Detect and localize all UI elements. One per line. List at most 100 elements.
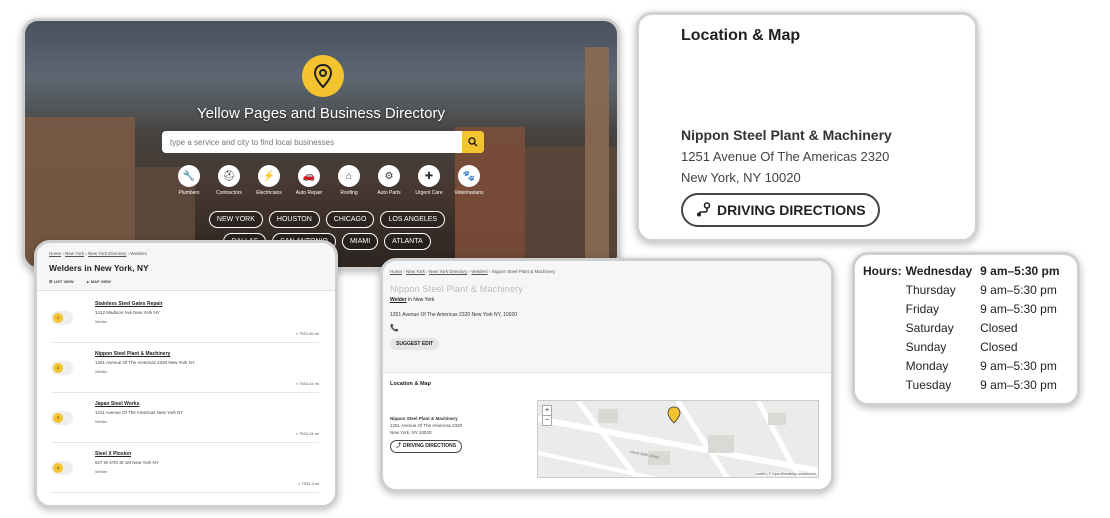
zoom-out-button[interactable]: −: [543, 415, 551, 425]
location-map-title: Location & Map: [681, 27, 801, 44]
category-urgent-care[interactable]: ✚ Urgent Care: [413, 165, 445, 196]
listing-address: 1211 Avenue Of The Americas New York NY: [95, 410, 184, 415]
zoom-in-button[interactable]: +: [543, 406, 551, 415]
hours-day: Wednesday: [905, 264, 973, 278]
listing-type: Welder: [95, 469, 108, 474]
hours-day: Friday: [905, 302, 940, 316]
listing-distance: ≈ 7521.69 mi: [295, 331, 319, 336]
hours-row: Friday 9 am–5:30 pm: [863, 300, 1060, 319]
listing-address: 1412 Madison Ave New York NY: [95, 310, 160, 315]
listing-name[interactable]: Japan Steel Works: [95, 401, 139, 407]
hours-time: Closed: [980, 340, 1018, 354]
address-line-2: New York, NY 10020: [390, 430, 432, 435]
house-icon: ⌂: [338, 165, 360, 187]
car-icon: 🚗: [298, 165, 320, 187]
zoom-controls: + −: [542, 405, 552, 426]
list-item[interactable]: 2 Nippon Steel Plant & Machinery 1251 Av…: [51, 347, 319, 393]
hero-panel: Yellow Pages and Business Directory 🔧Plu…: [22, 18, 620, 270]
category-link[interactable]: Welder: [390, 297, 407, 303]
listing-type: Welder: [95, 369, 108, 374]
search-bar: [162, 131, 484, 153]
listing-address: 527 W 47th St 1M New York NY: [95, 460, 159, 465]
driving-directions-label: DRIVING DIRECTIONS: [717, 202, 866, 218]
category-electricians[interactable]: ⚡ Electricians: [253, 165, 285, 196]
breadcrumb-home[interactable]: Home: [390, 269, 402, 274]
city-chicago[interactable]: CHICAGO: [325, 211, 375, 228]
address-line-2: New York, NY 10020: [681, 170, 801, 185]
hours-day: Monday: [905, 359, 949, 373]
search-input[interactable]: [162, 137, 462, 147]
category-veterinarians[interactable]: 🐾 Veterinarians: [453, 165, 485, 196]
hours-card: Hours: Wednesday 9 am–5:30 pm Thursday 9 am…: [852, 252, 1080, 406]
business-name: Nippon Steel Plant & Machinery: [681, 127, 892, 143]
hours-row: Tuesday 9 am–5:30 pm: [863, 376, 1060, 395]
breadcrumb: Home › New York › New York Directory › W…: [49, 251, 147, 256]
rank-badge: 1: [51, 311, 73, 325]
rank-badge: 2: [51, 361, 73, 375]
breadcrumb-current: Nippon Steel Plant & Machinery: [491, 269, 556, 274]
hours-time: Closed: [980, 321, 1018, 335]
city-miami[interactable]: MIAMI: [341, 233, 379, 250]
breadcrumb-home[interactable]: Home: [49, 251, 61, 256]
phone-icon[interactable]: 📞: [390, 324, 824, 332]
map-attribution[interactable]: Leaflet | © OpenStreetMap contributors: [755, 472, 816, 476]
breadcrumb-directory[interactable]: New York Directory: [88, 251, 126, 256]
breadcrumb-directory[interactable]: New York Directory: [429, 269, 467, 274]
listing-name[interactable]: Steel X Plosion: [95, 451, 131, 457]
hours-time: 9 am–5:30 pm: [980, 302, 1057, 316]
hours-row: Hours: Wednesday 9 am–5:30 pm: [863, 262, 1060, 281]
hours-time: 9 am–5:30 pm: [980, 283, 1057, 297]
page-title: Welders in New York, NY: [49, 263, 149, 273]
listing-name[interactable]: Nippon Steel Plant & Machinery: [95, 351, 170, 357]
rank-badge: 3: [51, 411, 73, 425]
list-item[interactable]: 1 Stainless Steel Gates Repair 1412 Madi…: [51, 297, 319, 343]
route-icon: [697, 202, 711, 217]
category-roofing[interactable]: ⌂ Roofing: [333, 165, 365, 196]
suggest-edit-button[interactable]: SUGGEST EDIT: [390, 338, 440, 350]
hours-table: Hours: Wednesday 9 am–5:30 pm Thursday 9 am…: [863, 262, 1060, 395]
category-auto-parts[interactable]: ⚙ Auto Parts: [373, 165, 405, 196]
driving-directions-button[interactable]: DRIVING DIRECTIONS: [681, 193, 880, 227]
paw-icon: 🐾: [458, 165, 480, 187]
list-view-button[interactable]: ☰ LIST VIEW: [49, 279, 74, 284]
location-map-card: Location & Map Nippon Steel Plant & Mach…: [636, 12, 978, 242]
view-toggle: ☰ LIST VIEW ▲ MAP VIEW: [49, 279, 325, 284]
hours-day: Sunday: [905, 340, 947, 354]
category-contractors[interactable]: ⛑ Contractors: [213, 165, 245, 196]
hours-row: Saturday Closed: [863, 319, 1060, 338]
hours-row: Monday 9 am–5:30 pm: [863, 357, 1060, 376]
city-atlanta[interactable]: ATLANTA: [384, 233, 431, 250]
breadcrumb-new-york[interactable]: New York: [406, 269, 425, 274]
list-item[interactable]: 3 Japan Steel Works 1211 Avenue Of The A…: [51, 397, 319, 443]
map-view-button[interactable]: ▲ MAP VIEW: [86, 279, 111, 284]
driving-directions-button[interactable]: ⤴ DRIVING DIRECTIONS: [390, 440, 463, 453]
breadcrumb-welders[interactable]: Welders: [471, 269, 487, 274]
category-plumbers[interactable]: 🔧 Plumbers: [173, 165, 205, 196]
search-button[interactable]: [462, 131, 484, 153]
city-houston[interactable]: HOUSTON: [268, 211, 320, 228]
list-item[interactable]: 4 Steel X Plosion 527 W 47th St 1M New Y…: [51, 447, 319, 493]
business-title: Nippon Steel Plant & Machinery: [390, 284, 524, 294]
listing-type: Welder: [95, 419, 108, 424]
hours-time: 9 am–5:30 pm: [980, 378, 1057, 392]
business-detail-page: Home › New York › New York Directory › W…: [380, 258, 834, 492]
address-line-1: 1251 Avenue Of The Americas 2320: [390, 423, 463, 428]
category-auto-repair[interactable]: 🚗 Auto Repair: [293, 165, 325, 196]
listing-name[interactable]: Stainless Steel Gates Repair: [95, 301, 163, 307]
hero-title: Yellow Pages and Business Directory: [197, 105, 445, 122]
breadcrumb: Home › New York › New York Directory › W…: [390, 269, 556, 274]
location-map-title: Location & Map: [390, 381, 431, 387]
breadcrumb-new-york[interactable]: New York: [65, 251, 84, 256]
business-category: Welder in New York: [390, 297, 435, 303]
listing-header: Home › New York › New York Directory › W…: [37, 243, 335, 291]
hardhat-icon: ⛑: [218, 165, 240, 187]
listing-results: 1 Stainless Steel Gates Repair 1412 Madi…: [37, 291, 335, 493]
location-pin-logo-icon: [302, 55, 344, 97]
business-name: Nippon Steel Plant & Machinery: [390, 416, 458, 421]
category-list: 🔧 Plumbers ⛑ Contractors ⚡ Electricians 🚗 Au…: [173, 165, 485, 196]
map-tiles: West 48th Street: [538, 401, 818, 477]
city-los-angeles[interactable]: LOS ANGELES: [380, 211, 446, 228]
city-new-york[interactable]: NEW YORK: [208, 211, 263, 228]
welders-listing-page: Home › New York › New York Directory › W…: [34, 240, 338, 508]
map-view[interactable]: West 48th Street + − Leaflet | © OpenStr…: [537, 400, 819, 478]
